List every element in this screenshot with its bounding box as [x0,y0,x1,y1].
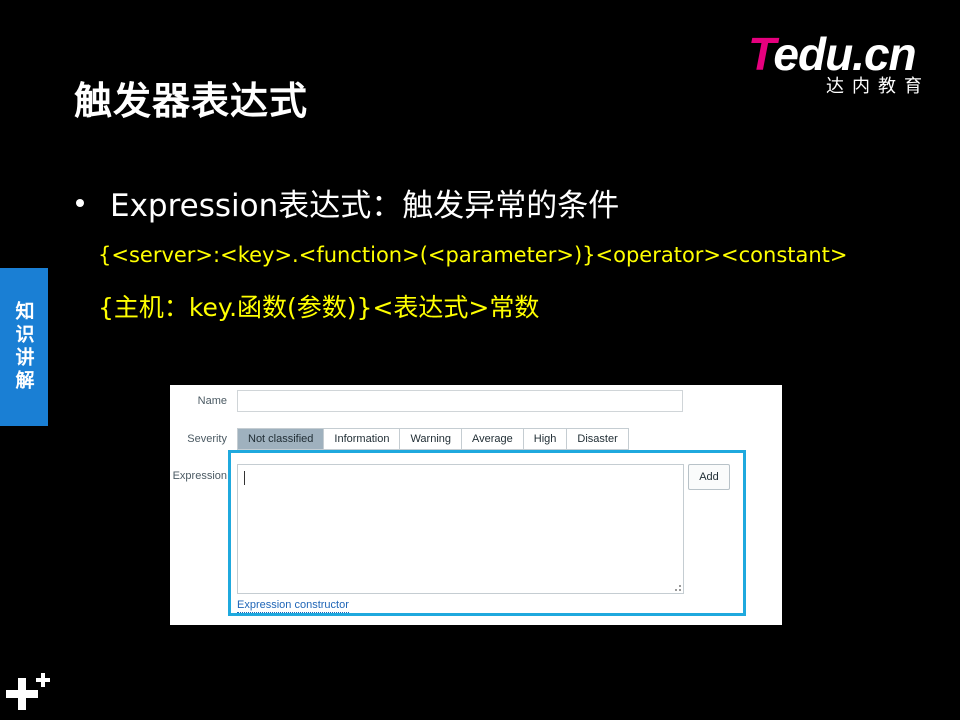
severity-high-button[interactable]: High [523,428,568,450]
plus-plus-icon [6,672,56,716]
expression-label: Expression [172,470,227,482]
bullet-item: Expression表达式：触发异常的条件 [76,180,619,225]
severity-average-button[interactable]: Average [462,428,524,450]
side-tab-knowledge: 知识讲解 [0,268,48,426]
severity-information-button[interactable]: Information [324,428,401,450]
bullet-text: Expression表达式：触发异常的条件 [110,188,620,224]
logo-subtitle: 达内教育 [826,76,930,97]
highlight-box [228,450,746,616]
severity-disaster-button[interactable]: Disaster [567,428,629,450]
name-input[interactable] [237,390,683,412]
severity-warning-button[interactable]: Warning [400,428,463,450]
severity-not-classified-button[interactable]: Not classified [237,428,325,450]
severity-segmented-control: Not classified Information Warning Avera… [237,428,629,450]
slide-title: 触发器表达式 [74,79,309,123]
name-label: Name [197,395,227,407]
side-tab-label: 知识讲解 [12,301,35,393]
tedu-logo: Tedu.cn 达内教育 [748,30,933,100]
severity-label: Severity [187,433,227,445]
bullet-dot-icon [76,198,84,207]
expression-syntax-cn: {主机：key.函数(参数)}<表达式>常数 [98,293,540,322]
logo-wordmark: Tedu.cn [748,28,917,80]
expression-syntax: {<server>:<key>.<function>(<parameter>)}… [98,243,848,267]
